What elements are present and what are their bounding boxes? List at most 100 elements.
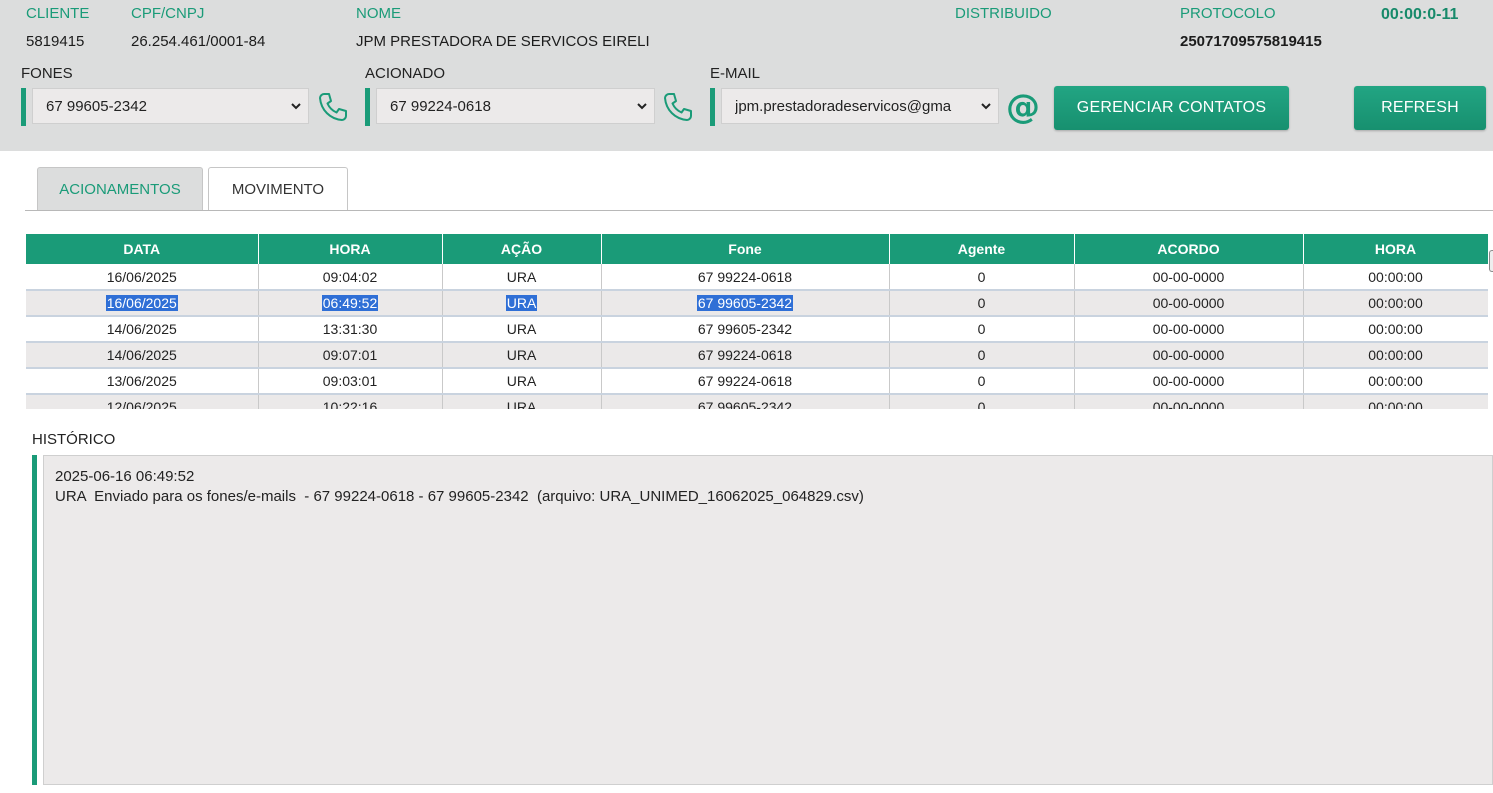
cpf-value: 26.254.461/0001-84 — [131, 33, 266, 50]
historico-panel: 2025-06-16 06:49:52 URA Enviado para os … — [32, 455, 1493, 785]
column-header-hora-acordo[interactable]: HORA — [1303, 234, 1488, 264]
cell-acao: URA — [442, 368, 602, 395]
cell-fone: 67 99605-2342 — [601, 316, 890, 343]
cell-acordo: 00-00-0000 — [1074, 394, 1304, 409]
cell-agente: 0 — [889, 264, 1075, 291]
column-header-acordo[interactable]: ACORDO — [1074, 234, 1304, 264]
tab-movimento[interactable]: MOVIMENTO — [208, 167, 348, 211]
cell-agente: 0 — [889, 342, 1075, 369]
fones-select-wrapper: 67 99605-2342 — [21, 88, 309, 126]
fones-select-value: 67 99605-2342 — [46, 97, 147, 115]
cell-fone: 67 99224-0618 — [601, 368, 890, 395]
cell-hora: 09:04:02 — [258, 264, 443, 291]
cliente-label: CLIENTE — [26, 5, 90, 22]
cell-fone: 67 99224-0618 — [601, 342, 890, 369]
call-timer: 00:00:0-11 — [1381, 6, 1459, 23]
selected-text: 67 99605-2342 — [696, 295, 794, 311]
historico-timestamp: 2025-06-16 06:49:52 — [55, 468, 195, 485]
cell-acordo: 00-00-0000 — [1074, 342, 1304, 369]
cell-acordo: 00-00-0000 — [1074, 368, 1304, 395]
cell-data: 16/06/2025 — [26, 290, 259, 317]
fones-select[interactable]: 67 99605-2342 — [32, 88, 309, 124]
tabs-divider — [25, 210, 1493, 211]
column-header-acao[interactable]: AÇÃO — [442, 234, 602, 264]
acionado-select[interactable]: 67 99224-0618 — [376, 88, 655, 124]
table-header-row: DATA HORA AÇÃO Fone Agente ACORDO HORA — [26, 234, 1488, 264]
cell-acordo: 00-00-0000 — [1074, 316, 1304, 343]
selected-text: 06:49:52 — [321, 295, 379, 311]
selected-text: 16/06/2025 — [105, 295, 178, 311]
column-header-data[interactable]: DATA — [26, 234, 259, 264]
column-header-agente[interactable]: Agente — [889, 234, 1075, 264]
email-select-wrapper: jpm.prestadoradeservicos@gma — [710, 88, 999, 126]
cell-agente: 0 — [889, 316, 1075, 343]
cell-acao: URA — [442, 316, 602, 343]
acionado-select-value: 67 99224-0618 — [390, 97, 491, 115]
cell-agente: 0 — [889, 368, 1075, 395]
cell-hora-acordo: 00:00:00 — [1303, 342, 1488, 369]
refresh-button[interactable]: REFRESH — [1354, 86, 1486, 130]
email-label: E-MAIL — [710, 65, 761, 82]
table-scrollbar-thumb[interactable] — [1489, 250, 1493, 272]
cell-hora-acordo: 00:00:00 — [1303, 290, 1488, 317]
cpf-label: CPF/CNPJ — [131, 5, 205, 22]
cell-agente: 0 — [889, 290, 1075, 317]
cell-fone: 67 99605-2342 — [601, 290, 890, 317]
column-header-hora[interactable]: HORA — [258, 234, 443, 264]
client-header: CLIENTE 5819415 CPF/CNPJ 26.254.461/0001… — [0, 0, 1493, 151]
cell-acao: URA — [442, 290, 602, 317]
cell-hora-acordo: 00:00:00 — [1303, 368, 1488, 395]
historico-message: URA Enviado para os fones/e-mails - 67 9… — [55, 488, 864, 505]
cell-data: 14/06/2025 — [26, 342, 259, 369]
acionamentos-table: DATA HORA AÇÃO Fone Agente ACORDO HORA 1… — [26, 234, 1488, 409]
gerenciar-contatos-button[interactable]: GERENCIAR CONTATOS — [1054, 86, 1289, 130]
protocolo-value: 25071709575819415 — [1180, 33, 1322, 50]
email-select-value: jpm.prestadoradeservicos@gma — [735, 97, 952, 115]
cell-acordo: 00-00-0000 — [1074, 264, 1304, 291]
column-header-fone[interactable]: Fone — [601, 234, 890, 264]
cell-acao: URA — [442, 264, 602, 291]
cell-hora: 10:22:16 — [258, 394, 443, 409]
cell-fone: 67 99605-2342 — [601, 394, 890, 409]
table-row[interactable]: 16/06/2025 09:04:02 URA 67 99224-0618 0 … — [26, 264, 1488, 291]
table-row[interactable]: 13/06/2025 09:03:01 URA 67 99224-0618 0 … — [26, 368, 1488, 395]
tab-acionamentos[interactable]: ACIONAMENTOS — [37, 167, 203, 211]
table-row-selected[interactable]: 16/06/2025 06:49:52 URA 67 99605-2342 0 … — [26, 290, 1488, 317]
cell-hora: 06:49:52 — [258, 290, 443, 317]
cell-hora: 13:31:30 — [258, 316, 443, 343]
email-select[interactable]: jpm.prestadoradeservicos@gma — [721, 88, 999, 124]
cliente-value: 5819415 — [26, 33, 85, 50]
phone-icon[interactable] — [317, 91, 349, 123]
cell-hora: 09:03:01 — [258, 368, 443, 395]
table-row[interactable]: 12/06/2025 10:22:16 URA 67 99605-2342 0 … — [26, 394, 1488, 409]
distribuido-label: DISTRIBUIDO — [955, 5, 1052, 22]
cell-agente: 0 — [889, 394, 1075, 409]
cell-hora-acordo: 00:00:00 — [1303, 316, 1488, 343]
table-row[interactable]: 14/06/2025 13:31:30 URA 67 99605-2342 0 … — [26, 316, 1488, 343]
protocolo-label: PROTOCOLO — [1180, 5, 1276, 22]
historico-textarea[interactable]: 2025-06-16 06:49:52 URA Enviado para os … — [43, 455, 1493, 785]
cell-acao: URA — [442, 394, 602, 409]
nome-label: NOME — [356, 5, 401, 22]
chevron-down-icon — [637, 103, 647, 110]
cell-hora: 09:07:01 — [258, 342, 443, 369]
selected-text: URA — [505, 295, 538, 311]
chevron-down-icon — [291, 103, 301, 110]
phone-icon[interactable] — [662, 91, 694, 123]
nome-value: JPM PRESTADORA DE SERVICOS EIRELI — [356, 33, 650, 50]
cell-data: 16/06/2025 — [26, 264, 259, 291]
cell-acordo: 00-00-0000 — [1074, 290, 1304, 317]
chevron-down-icon — [981, 103, 991, 110]
cell-hora-acordo: 00:00:00 — [1303, 394, 1488, 409]
cell-fone: 67 99224-0618 — [601, 264, 890, 291]
email-at-icon[interactable]: @ — [1006, 90, 1040, 124]
historico-label: HISTÓRICO — [32, 431, 116, 448]
cell-hora-acordo: 00:00:00 — [1303, 264, 1488, 291]
cell-acao: URA — [442, 342, 602, 369]
cell-data: 12/06/2025 — [26, 394, 259, 409]
fones-label: FONES — [21, 65, 73, 82]
acionado-select-wrapper: 67 99224-0618 — [365, 88, 655, 126]
table-row[interactable]: 14/06/2025 09:07:01 URA 67 99224-0618 0 … — [26, 342, 1488, 369]
acionado-label: ACIONADO — [365, 65, 446, 82]
cell-data: 14/06/2025 — [26, 316, 259, 343]
